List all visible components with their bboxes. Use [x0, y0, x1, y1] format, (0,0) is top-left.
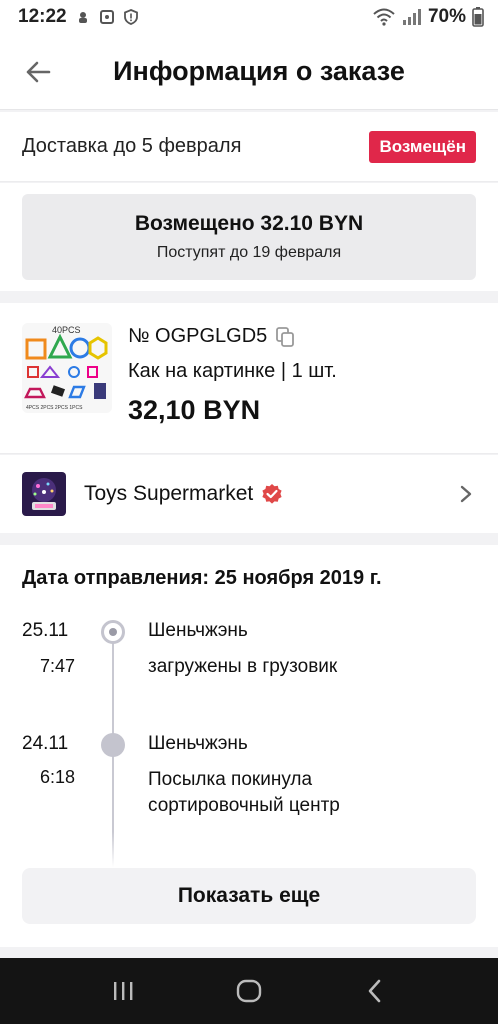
product-image[interactable]: 40PCS 4PCS 2PCS 2PCS 1PCS	[22, 323, 112, 413]
order-number: № OGPGLGD5	[128, 325, 268, 347]
app-header: Информация о заказе	[0, 34, 498, 110]
event-date: 24.11	[22, 733, 69, 754]
refund-note: Поступят до 19 февраля	[156, 244, 342, 261]
product-info: № OGPGLGD5 Как на картинке | 1 шт. 32,10…	[128, 323, 337, 433]
back-chevron-icon	[368, 979, 381, 1003]
show-more-button[interactable]: Показать еще	[22, 868, 476, 924]
product-card[interactable]: 40PCS 4PCS 2PCS 2PCS 1PCS № OGPGLGD5 Как…	[0, 303, 498, 454]
arrow-left-icon	[26, 61, 51, 83]
product-thumbnail-art: 40PCS 4PCS 2PCS 2PCS 1PCS	[22, 323, 112, 413]
event-time: 7:47	[40, 656, 76, 676]
delivery-row: Доставка до 5 февраля Возмещён	[0, 112, 498, 182]
event-city: Шеньчжэнь	[148, 620, 248, 641]
event-description: загружены в грузовик	[148, 656, 338, 677]
system-nav-bar	[0, 958, 498, 1024]
home-button[interactable]	[229, 971, 269, 1011]
store-name: Toys Supermarket	[84, 482, 254, 505]
copy-icon[interactable]	[275, 326, 295, 348]
status-time: 12:22	[18, 6, 67, 27]
screenshot-icon	[99, 10, 114, 24]
delivery-date: Доставка до 5 февраля	[22, 135, 242, 157]
home-icon	[236, 979, 262, 1003]
ship-date: Дата отправления: 25 ноября 2019 г.	[22, 567, 382, 589]
status-bar: 12:22 70%	[0, 0, 498, 34]
recent-apps-button[interactable]	[103, 971, 143, 1011]
verified-badge-icon	[262, 484, 282, 504]
event-description: Посылка покинула сортировочный центр	[148, 769, 340, 816]
event-city: Шеньчжэнь	[148, 733, 248, 754]
back-button[interactable]	[18, 56, 58, 88]
event-time: 6:18	[40, 767, 76, 787]
wifi-icon	[373, 8, 395, 26]
store-logo-art	[22, 472, 66, 516]
event-date: 25.11	[22, 620, 69, 641]
battery-icon	[472, 7, 484, 27]
timeline-dot-current	[101, 620, 125, 644]
product-price: 32,10 BYN	[128, 395, 261, 425]
refund-section: Возмещено 32.10 BYN Поступят до 19 февра…	[0, 183, 498, 291]
product-variant: Как на картинке | 1 шт.	[128, 360, 337, 382]
svg-text:4PCS 2PCS 2PCS 1PCS: 4PCS 2PCS 2PCS 1PCS	[26, 405, 83, 411]
timeline-dot	[101, 733, 125, 757]
refund-box: Возмещено 32.10 BYN Поступят до 19 февра…	[22, 194, 476, 280]
signal-icon	[402, 9, 421, 25]
order-number-row: № OGPGLGD5	[128, 325, 337, 348]
system-back-button[interactable]	[355, 971, 395, 1011]
refund-amount: Возмещено 32.10 BYN	[134, 212, 364, 235]
page-title: Информация о заказе	[113, 56, 405, 86]
store-logo	[22, 472, 66, 516]
battery-level: 70%	[427, 6, 466, 27]
recent-apps-icon	[114, 982, 133, 1000]
product-image-label: 40PCS	[52, 325, 81, 335]
shield-icon	[123, 9, 138, 25]
notification-icon	[78, 12, 87, 23]
store-row[interactable]: Toys Supermarket	[0, 455, 498, 533]
chevron-right-icon	[460, 485, 472, 503]
tracking-timeline: 25.11 7:47 Шеньчжэнь загружены в грузови…	[22, 620, 476, 870]
status-badge: Возмещён	[369, 130, 476, 163]
tracking-section: Дата отправления: 25 ноября 2019 г. 25.1…	[0, 545, 498, 947]
